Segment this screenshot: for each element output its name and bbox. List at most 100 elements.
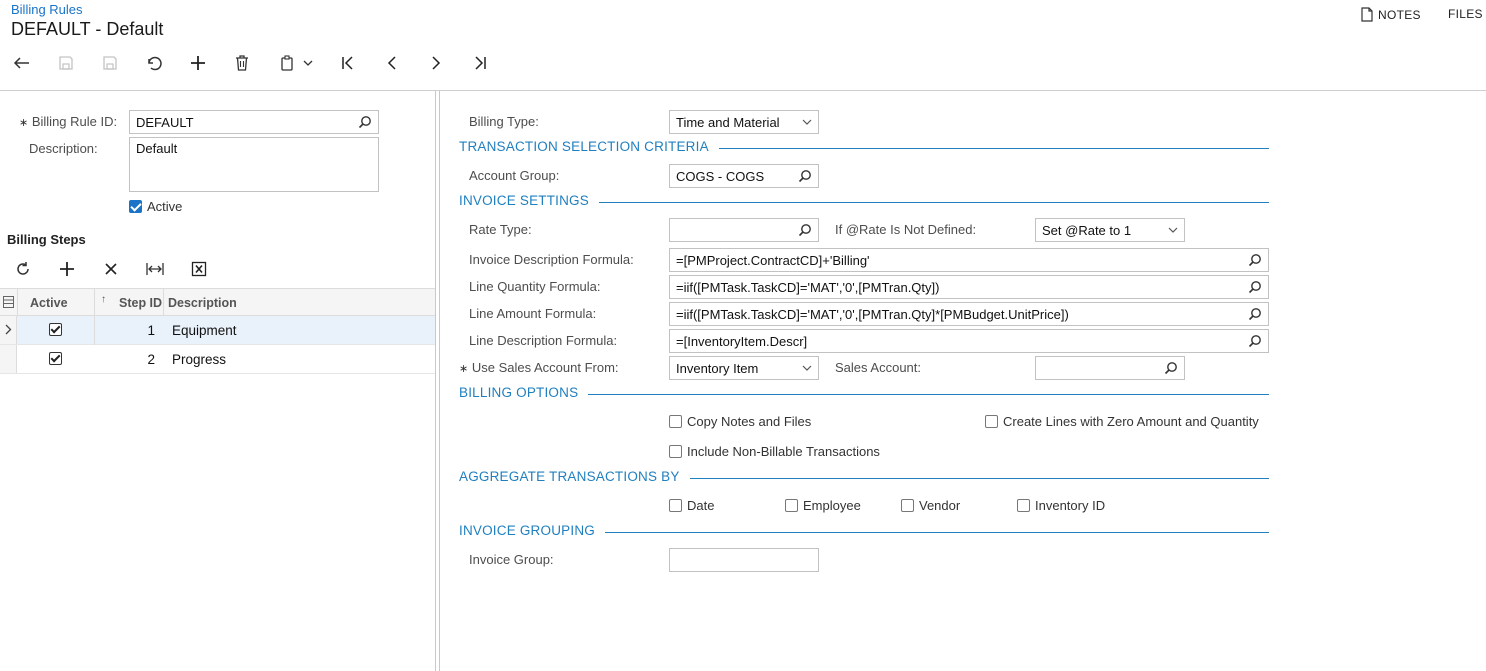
line-qty-formula-value: =iif([PMTask.TaskCD]='MAT','0',[PMTran.Q…	[676, 279, 940, 295]
billing-steps-grid-header: Active ↑ Step ID Description	[0, 288, 435, 316]
first-icon	[341, 56, 355, 70]
check-box[interactable]	[985, 415, 998, 428]
invoice-desc-formula-field[interactable]: =[PMProject.ContractCD]+'Billing'	[669, 248, 1269, 272]
delete-row-button[interactable]	[99, 258, 123, 280]
section-title: TRANSACTION SELECTION CRITERIA	[459, 139, 709, 154]
use-sales-account-select[interactable]: Inventory Item	[669, 356, 819, 380]
search-icon[interactable]	[798, 169, 812, 183]
fit-width-icon	[146, 262, 164, 276]
search-icon[interactable]	[1248, 307, 1262, 321]
search-icon[interactable]	[1248, 253, 1262, 267]
table-row[interactable]: 2 Progress	[0, 345, 435, 374]
grid-settings-icon[interactable]	[3, 296, 14, 308]
rate-type-field[interactable]	[669, 218, 819, 242]
billing-rule-id-label: ∗ Billing Rule ID:	[19, 114, 118, 129]
row-description: Progress	[172, 352, 227, 367]
first-record-button[interactable]	[336, 52, 360, 74]
row-active-checkbox[interactable]	[49, 323, 62, 336]
sort-ascending-icon: ↑	[101, 294, 106, 305]
save-close-button[interactable]	[54, 52, 78, 74]
close-icon	[104, 262, 118, 276]
description-field[interactable]: Default	[129, 137, 379, 192]
col-active-header[interactable]: Active	[30, 296, 68, 310]
check-box[interactable]	[785, 499, 798, 512]
search-icon[interactable]	[1164, 361, 1178, 375]
check-box[interactable]	[669, 499, 682, 512]
breadcrumb[interactable]: Billing Rules	[11, 2, 83, 17]
active-checkbox[interactable]: Active	[129, 199, 182, 214]
add-button[interactable]	[186, 52, 210, 74]
line-amount-formula-field[interactable]: =iif([PMTask.TaskCD]='MAT','0',[PMTran.Q…	[669, 302, 1269, 326]
undo-button[interactable]	[142, 52, 166, 74]
sales-account-label: Sales Account:	[835, 360, 921, 375]
section-invoice-settings: INVOICE SETTINGS	[459, 193, 1269, 208]
grid-divider	[94, 289, 95, 316]
active-label: Active	[147, 199, 183, 214]
col-description-header[interactable]: Description	[168, 296, 237, 310]
account-group-field[interactable]: COGS - COGS	[669, 164, 819, 188]
zero-amount-checkbox[interactable]: Create Lines with Zero Amount and Quanti…	[985, 414, 1259, 429]
billing-rule-id-field[interactable]: DEFAULT	[129, 110, 379, 134]
line-qty-formula-label: Line Quantity Formula:	[469, 279, 601, 294]
agg-inventory-checkbox[interactable]: Inventory ID	[1017, 498, 1105, 513]
line-qty-formula-field[interactable]: =iif([PMTask.TaskCD]='MAT','0',[PMTran.Q…	[669, 275, 1269, 299]
copy-paste-menu[interactable]	[274, 52, 318, 74]
description-label: Description:	[29, 141, 98, 156]
line-desc-formula-field[interactable]: =[InventoryItem.Descr]	[669, 329, 1269, 353]
chevron-down-icon	[1168, 227, 1178, 233]
save-icon	[58, 55, 74, 71]
sales-account-field[interactable]	[1035, 356, 1185, 380]
copy-notes-checkbox[interactable]: Copy Notes and Files	[669, 414, 811, 429]
note-icon	[1360, 7, 1374, 22]
check-box[interactable]	[901, 499, 914, 512]
line-amount-formula-value: =iif([PMTask.TaskCD]='MAT','0',[PMTran.Q…	[676, 306, 1069, 322]
row-step-id: 2	[147, 352, 155, 367]
trash-icon	[235, 55, 249, 71]
row-active-checkbox[interactable]	[49, 352, 62, 365]
check-box[interactable]	[669, 445, 682, 458]
invoice-group-field[interactable]	[669, 548, 819, 572]
billing-type-select[interactable]: Time and Material	[669, 110, 819, 134]
check-box[interactable]	[669, 415, 682, 428]
last-record-button[interactable]	[468, 52, 492, 74]
next-record-button[interactable]	[424, 52, 448, 74]
agg-inventory-label: Inventory ID	[1035, 498, 1106, 513]
active-check-box[interactable]	[129, 200, 142, 213]
add-row-button[interactable]	[55, 258, 79, 280]
search-icon[interactable]	[798, 223, 812, 237]
line-desc-formula-value: =[InventoryItem.Descr]	[676, 333, 808, 349]
check-box[interactable]	[1017, 499, 1030, 512]
agg-date-checkbox[interactable]: Date	[669, 498, 714, 513]
search-icon[interactable]	[1248, 334, 1262, 348]
refresh-button[interactable]	[11, 258, 35, 280]
back-button[interactable]	[10, 52, 34, 74]
non-billable-label: Include Non-Billable Transactions	[687, 444, 880, 459]
notes-button[interactable]: NOTES	[1360, 7, 1421, 22]
fit-columns-button[interactable]	[143, 258, 167, 280]
agg-employee-label: Employee	[803, 498, 861, 513]
row-selector[interactable]	[0, 345, 17, 373]
table-row[interactable]: 1 Equipment	[0, 316, 435, 345]
description-value: Default	[136, 141, 178, 156]
non-billable-checkbox[interactable]: Include Non-Billable Transactions	[669, 444, 880, 459]
previous-record-button[interactable]	[380, 52, 404, 74]
delete-button[interactable]	[230, 52, 254, 74]
section-invoice-grouping: INVOICE GROUPING	[459, 523, 1269, 538]
row-step-id: 1	[147, 323, 155, 338]
save-button[interactable]	[98, 52, 122, 74]
search-icon[interactable]	[358, 115, 372, 129]
grid-divider	[163, 289, 164, 316]
agg-employee-checkbox[interactable]: Employee	[785, 498, 861, 513]
search-icon[interactable]	[1248, 280, 1262, 294]
col-step-id-header[interactable]: Step ID	[119, 296, 162, 310]
agg-vendor-checkbox[interactable]: Vendor	[901, 498, 960, 513]
rate-not-defined-select[interactable]: Set @Rate to 1	[1035, 218, 1185, 242]
export-excel-button[interactable]	[187, 258, 211, 280]
files-button[interactable]: FILES	[1448, 7, 1483, 21]
line-amount-formula-label: Line Amount Formula:	[469, 306, 597, 321]
row-selector[interactable]	[0, 316, 17, 344]
section-rule	[604, 532, 1269, 533]
agg-vendor-label: Vendor	[919, 498, 961, 513]
billing-type-value: Time and Material	[676, 114, 780, 130]
chevron-down-icon	[802, 119, 812, 125]
